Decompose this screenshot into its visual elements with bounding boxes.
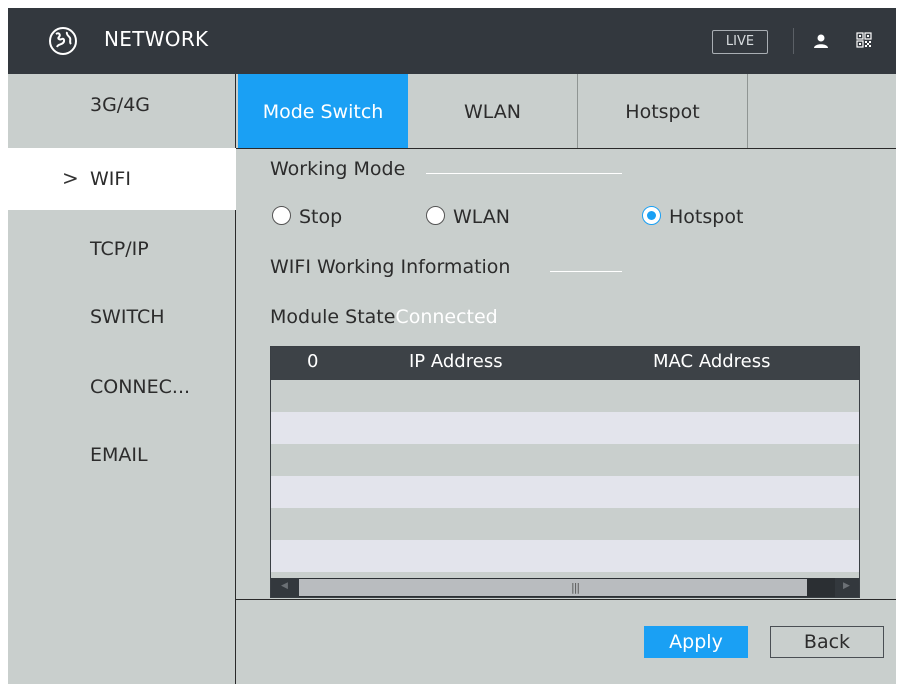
user-icon[interactable] <box>813 33 829 49</box>
scrollbar-thumb[interactable]: ||| <box>299 579 807 596</box>
radio-circle <box>272 206 291 225</box>
section-underline <box>426 173 622 174</box>
radio-circle-checked <box>642 206 661 225</box>
network-settings-window: NETWORK LIVE 3G/4G > WIFI TCP/IP SWITCH … <box>8 8 896 684</box>
radio-label: Hotspot <box>669 206 744 228</box>
divider <box>236 599 896 600</box>
apply-button[interactable]: Apply <box>644 626 748 658</box>
module-state: Module StateConnected <box>270 306 498 328</box>
sidebar-item-label: CONNEC... <box>90 376 191 398</box>
titlebar-divider <box>793 28 794 54</box>
radio-label: Stop <box>299 206 343 228</box>
radio-hotspot[interactable]: Hotspot <box>642 206 743 228</box>
column-header-index[interactable]: 0 <box>307 351 318 372</box>
sidebar: 3G/4G > WIFI TCP/IP SWITCH CONNEC... EMA… <box>8 74 236 684</box>
page-title: NETWORK <box>104 27 209 51</box>
radio-stop[interactable]: Stop <box>272 206 342 228</box>
sidebar-item-wifi[interactable]: > WIFI <box>8 148 236 210</box>
sidebar-item-tcpip[interactable]: TCP/IP <box>8 218 236 284</box>
tab-hotspot[interactable]: Hotspot <box>578 74 748 148</box>
tab-mode-switch[interactable]: Mode Switch <box>238 74 408 148</box>
divider <box>236 148 896 149</box>
radio-circle <box>426 206 445 225</box>
radio-label: WLAN <box>453 206 511 228</box>
live-button[interactable]: LIVE <box>712 30 768 54</box>
horizontal-scrollbar[interactable]: ◀ ||| ▶ <box>271 578 859 597</box>
working-mode-title: Working Mode <box>270 158 406 180</box>
sidebar-item-connect[interactable]: CONNEC... <box>8 356 236 422</box>
sidebar-item-3g4g[interactable]: 3G/4G <box>8 74 236 140</box>
module-state-label: Module State <box>270 306 396 328</box>
column-header-ip[interactable]: IP Address <box>409 351 503 372</box>
sidebar-item-email[interactable]: EMAIL <box>8 424 236 490</box>
section-underline <box>550 271 622 272</box>
wifi-info-title: WIFI Working Information <box>270 256 511 278</box>
table-row[interactable] <box>271 412 859 444</box>
column-header-mac[interactable]: MAC Address <box>653 351 771 372</box>
scroll-left-button[interactable]: ◀ <box>271 578 299 597</box>
sidebar-item-label: 3G/4G <box>90 94 151 116</box>
back-button[interactable]: Back <box>770 626 884 658</box>
client-table: 0 IP Address MAC Address ◀ ||| ▶ <box>270 346 860 598</box>
scroll-right-button[interactable]: ▶ <box>835 578 859 597</box>
sidebar-item-label: SWITCH <box>90 306 165 328</box>
radio-wlan[interactable]: WLAN <box>426 206 510 228</box>
table-row[interactable] <box>271 380 859 412</box>
grip-icon: ||| <box>571 581 580 594</box>
tab-wlan[interactable]: WLAN <box>408 74 578 148</box>
table-header: 0 IP Address MAC Address <box>271 347 859 380</box>
table-row[interactable] <box>271 540 859 572</box>
sidebar-item-label: TCP/IP <box>90 238 149 260</box>
title-bar: NETWORK LIVE <box>8 8 896 74</box>
sidebar-item-switch[interactable]: SWITCH <box>8 286 236 352</box>
sidebar-item-label: EMAIL <box>90 444 148 466</box>
globe-icon <box>49 27 77 55</box>
table-row[interactable] <box>271 476 859 508</box>
module-state-value: Connected <box>395 306 498 328</box>
chevron-right-icon: > <box>62 166 79 190</box>
qr-code-icon[interactable] <box>856 32 872 48</box>
tab-bar: Mode Switch WLAN Hotspot <box>236 74 896 148</box>
sidebar-item-label: WIFI <box>90 168 131 190</box>
table-row[interactable] <box>271 444 859 476</box>
table-row[interactable] <box>271 508 859 540</box>
